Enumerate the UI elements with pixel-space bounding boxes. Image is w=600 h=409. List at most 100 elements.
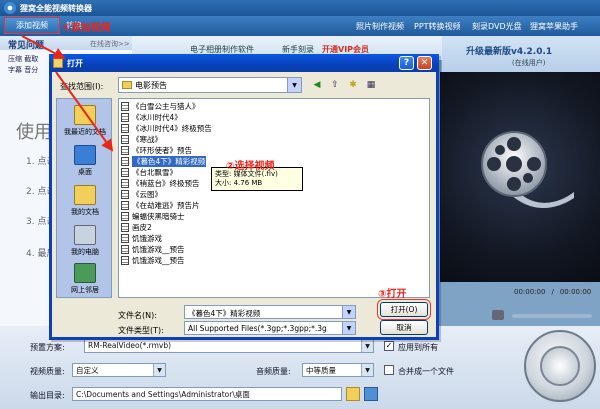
- merge-checkbox[interactable]: [384, 365, 394, 375]
- output-dir-label: 输出目录:: [30, 391, 65, 400]
- preset-value: RM-RealVideo(*.rmvb): [88, 341, 172, 350]
- media-file-icon: [121, 179, 129, 188]
- open-folder-icon[interactable]: [364, 387, 378, 401]
- media-file-icon: [121, 113, 129, 122]
- audio-quality-select[interactable]: 中等质量 ▼: [302, 363, 374, 377]
- place-desktop[interactable]: 桌面: [57, 145, 113, 177]
- dialog-title: 打开: [67, 59, 83, 68]
- media-file-icon: [121, 190, 129, 199]
- video-preview: [440, 72, 600, 282]
- faq-row[interactable]: 字幕 音分: [8, 65, 38, 75]
- apple-helper-link[interactable]: 狸窝苹果助手: [530, 21, 578, 32]
- recent-docs-icon: [74, 105, 96, 125]
- camera-icon[interactable]: [492, 310, 504, 320]
- chevron-down-icon: ▼: [361, 340, 373, 352]
- file-item[interactable]: 《白雪公主与猎人》: [121, 101, 200, 112]
- computer-icon: [74, 225, 96, 245]
- lookin-select[interactable]: 电影预告 ▼: [118, 77, 302, 93]
- file-item[interactable]: 《环形使者》预告: [121, 145, 192, 156]
- file-list: 《白雪公主与猎人》 《冰川时代4》 《冰川时代4》终极预告 《寒战》 《环形使者…: [118, 98, 430, 298]
- view-menu-icon[interactable]: ▦: [364, 78, 378, 92]
- place-label: 网上邻居: [71, 286, 99, 294]
- file-item[interactable]: 《冰川时代4》: [121, 112, 182, 123]
- desktop-icon: [74, 145, 96, 165]
- faq-header: 常见问题 在线咨询>>: [0, 36, 132, 51]
- annotation-step-1: ①添加视频: [62, 23, 111, 34]
- filetype-select[interactable]: All Supported Files(*.3gp;*.3gpp;*.3g ▼: [184, 321, 356, 335]
- apply-all-checkbox[interactable]: ✓: [384, 341, 394, 351]
- media-file-icon: [121, 201, 129, 210]
- file-item[interactable]: 饥饿游戏__预告: [121, 244, 185, 255]
- chevron-down-icon: ▼: [342, 322, 355, 334]
- online-consult-link[interactable]: 在线咨询>>: [90, 39, 130, 49]
- file-item[interactable]: 《冰川时代4》终极预告: [121, 123, 212, 134]
- annotation-step-2: ②选择视频: [226, 161, 275, 172]
- faq-row[interactable]: 压缩 截取: [8, 54, 38, 64]
- folder-icon: [53, 58, 63, 68]
- convert-button[interactable]: [524, 330, 596, 402]
- media-file-icon: [121, 234, 129, 243]
- app-title: 狸窝全能视频转换器: [20, 4, 92, 13]
- app-titlebar: 狸窝全能视频转换器: [0, 0, 600, 16]
- filename-value: 《暮色4下》精彩视频: [188, 309, 261, 318]
- chevron-down-icon: ▼: [361, 364, 373, 376]
- back-icon[interactable]: ◀: [310, 78, 324, 92]
- preset-select[interactable]: RM-RealVideo(*.rmvb) ▼: [84, 339, 374, 353]
- merge-label: 合并成一个文件: [398, 367, 454, 376]
- add-video-button[interactable]: 添加视频: [4, 17, 60, 34]
- file-item[interactable]: 《在劫难逃》预告片: [121, 200, 200, 211]
- output-dir-value: C:\Documents and Settings\Administrator\…: [76, 390, 250, 399]
- file-item[interactable]: 饥饿游戏__预告: [121, 255, 185, 266]
- place-my-computer[interactable]: 我的电脑: [57, 225, 113, 257]
- file-item[interactable]: 《云图》: [121, 189, 162, 200]
- media-file-icon: [121, 102, 129, 111]
- help-button[interactable]: ?: [399, 56, 414, 70]
- media-file-icon: [121, 256, 129, 265]
- browse-folder-icon[interactable]: [346, 387, 360, 401]
- photo-to-video-link[interactable]: 照片制作视频: [356, 21, 404, 32]
- open-button[interactable]: 打开(O): [377, 299, 431, 320]
- file-item-selected[interactable]: 《暮色4下》精彩视频: [121, 156, 207, 167]
- close-button[interactable]: ✕: [417, 56, 432, 70]
- media-file-icon: [121, 245, 129, 254]
- file-item[interactable]: 画皮2: [121, 222, 152, 233]
- media-file-icon: [121, 168, 129, 177]
- file-item[interactable]: 蝙蝠侠黑暗骑士: [121, 211, 185, 222]
- video-quality-select[interactable]: 自定义 ▼: [72, 363, 166, 377]
- media-file-icon: [121, 223, 129, 232]
- place-label: 我最近的文档: [64, 128, 106, 136]
- ppt-to-video-link[interactable]: PPT转换视频: [414, 21, 461, 32]
- media-file-icon: [121, 135, 129, 144]
- upgrade-box[interactable]: 升级最新版v4.2.0.1 (在线用户): [442, 36, 600, 72]
- volume-slider[interactable]: [512, 314, 592, 318]
- file-item[interactable]: 《台北飘雪》: [121, 167, 177, 178]
- new-folder-icon[interactable]: ✱: [346, 78, 360, 92]
- filename-input[interactable]: 《暮色4下》精彩视频 ▼: [184, 305, 356, 319]
- documents-icon: [74, 185, 96, 205]
- cancel-button[interactable]: 取消: [380, 320, 428, 335]
- lookin-label: 查找范围(I):: [60, 82, 104, 91]
- filetype-label: 文件类型(T):: [118, 326, 164, 335]
- file-item[interactable]: 《寒战》: [121, 134, 162, 145]
- chevron-down-icon: ▼: [153, 364, 165, 376]
- video-quality-value: 自定义: [76, 366, 99, 375]
- convert-arrow-icon: [540, 346, 580, 386]
- media-file-icon: [121, 124, 129, 133]
- preset-label: 预置方案:: [30, 343, 65, 352]
- folder-icon: [122, 81, 132, 89]
- filename-label: 文件名(N):: [118, 311, 157, 320]
- place-recent[interactable]: 我最近的文档: [57, 105, 113, 137]
- file-item[interactable]: 《稍蓝台》终极预告: [121, 178, 200, 189]
- chevron-down-icon: ▼: [287, 78, 301, 92]
- place-network[interactable]: 网上邻居: [57, 263, 113, 295]
- place-label: 我的电脑: [71, 248, 99, 256]
- output-dir-field[interactable]: C:\Documents and Settings\Administrator\…: [72, 387, 342, 401]
- up-folder-icon[interactable]: ⇧: [328, 78, 342, 92]
- place-my-documents[interactable]: 我的文档: [57, 185, 113, 217]
- file-item[interactable]: 饥饿游戏: [121, 233, 162, 244]
- upgrade-version[interactable]: 升级最新版v4.2.0.1: [466, 44, 552, 57]
- burn-dvd-link[interactable]: 刻录DVD光盘: [472, 21, 522, 32]
- video-quality-label: 视频质量:: [30, 367, 65, 376]
- dialog-titlebar: 打开 ? ✕: [49, 54, 439, 72]
- tooltip-size: 大小: 4.76 MB: [215, 179, 263, 187]
